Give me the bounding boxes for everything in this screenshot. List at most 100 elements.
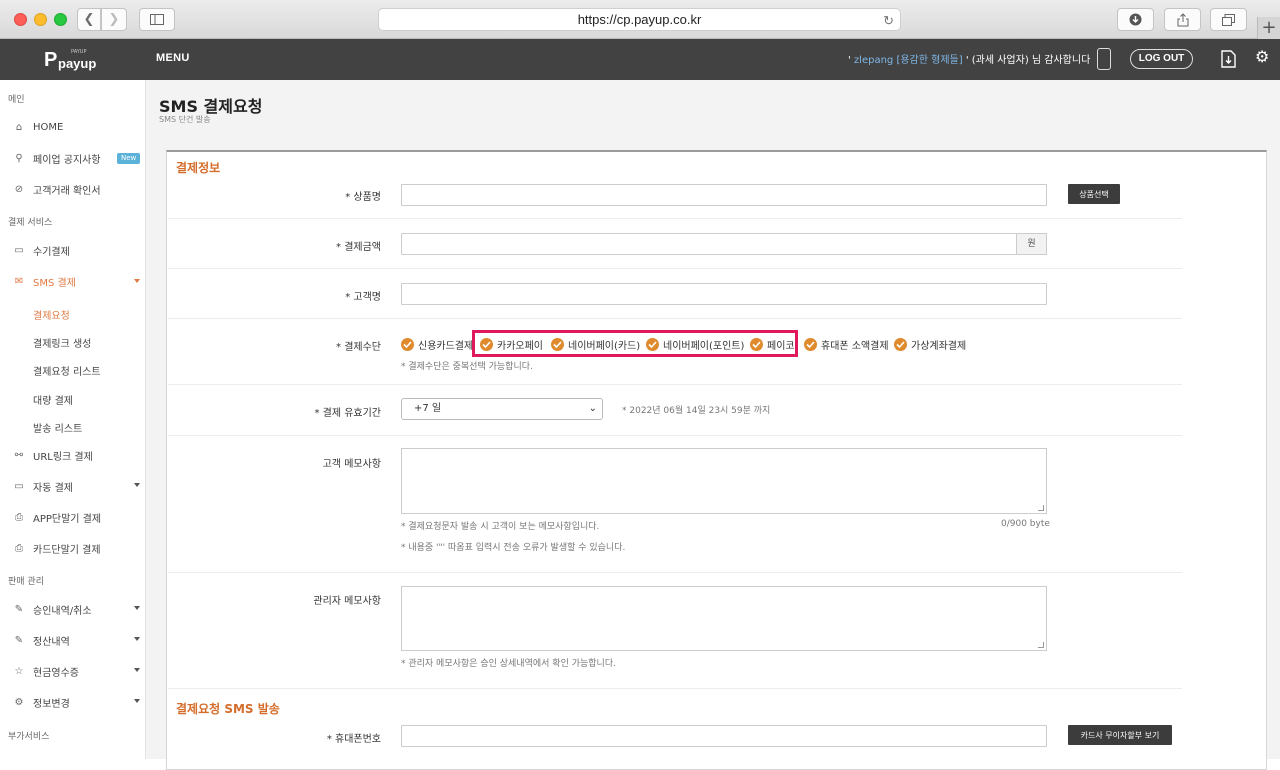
minimize-window-icon[interactable] bbox=[34, 13, 47, 26]
sidebar-item-card-terminal[interactable]: ⎙ 카드단말기 결제 bbox=[12, 539, 101, 557]
admin-memo-label: 관리자 메모사항 bbox=[313, 596, 381, 607]
admin-memo-textarea[interactable] bbox=[401, 586, 1047, 651]
customer-memo-textarea[interactable] bbox=[401, 448, 1047, 514]
sidebar-item-app-terminal[interactable]: ⎙ APP단말기 결제 bbox=[12, 508, 101, 526]
maximize-window-icon[interactable] bbox=[54, 13, 67, 26]
logo-text: payup bbox=[58, 56, 97, 71]
row-divider bbox=[168, 435, 1182, 436]
payup-logo[interactable]: P PAYUP payup bbox=[42, 45, 102, 75]
phone-input[interactable] bbox=[401, 725, 1047, 747]
chevron-down-icon[interactable] bbox=[134, 606, 140, 610]
top-navigation: P PAYUP payup MENU ' zlepang [용감한 형제들] '… bbox=[0, 39, 1280, 80]
sidebar-item-sms-payment[interactable]: ✉ SMS 결제 bbox=[12, 272, 76, 290]
checked-icon bbox=[894, 337, 907, 351]
download-file-icon[interactable] bbox=[1221, 50, 1236, 68]
sidebar: 메인 ⌂ HOME ⚲ 페이업 공지사항 New ⊘ 고객거래 확인서 결제 서비스 … bbox=[0, 80, 146, 759]
forward-button[interactable]: ❯ bbox=[101, 8, 127, 31]
close-window-icon[interactable] bbox=[14, 13, 27, 26]
sidebar-item-customer-confirm[interactable]: ⊘ 고객거래 확인서 bbox=[12, 180, 101, 198]
sidebar-sub-bulk-payment[interactable]: 대량 결제 bbox=[33, 392, 73, 407]
product-select-button[interactable]: 상품선택 bbox=[1068, 184, 1120, 204]
share-icon bbox=[1177, 12, 1188, 26]
printer-icon: ⎙ bbox=[15, 542, 23, 554]
card-icon: ▭ bbox=[14, 480, 24, 492]
sidebar-sub-send-list[interactable]: 발송 리스트 bbox=[33, 420, 82, 435]
memo-hint-2: * 내용중 '"' 따옴표 입력시 전송 오류가 발생할 수 있습니다. bbox=[401, 543, 626, 553]
chevron-down-icon[interactable] bbox=[134, 699, 140, 703]
chevron-down-icon[interactable] bbox=[134, 668, 140, 672]
new-tab-button[interactable]: + bbox=[1257, 17, 1280, 39]
sidebar-item-info-change[interactable]: ⚙ 정보변경 bbox=[12, 693, 70, 711]
sidebar-item-label: 정보변경 bbox=[33, 698, 70, 710]
memo-label: 고객 메모사항 bbox=[322, 459, 381, 470]
greeting-suffix: ' (과세 사업자) 님 감사합니다 bbox=[962, 55, 1091, 66]
sidebar-item-label: URL링크 결제 bbox=[33, 451, 93, 463]
chevron-down-icon[interactable] bbox=[134, 279, 140, 283]
url-bar[interactable]: https://cp.payup.co.kr ↻ bbox=[378, 8, 901, 31]
method-checkbox-mobile[interactable]: 휴대폰 소액결제 bbox=[804, 337, 889, 352]
row-divider bbox=[168, 688, 1182, 689]
new-badge: New bbox=[117, 153, 141, 164]
customer-input[interactable] bbox=[401, 283, 1047, 305]
highlight-box bbox=[472, 330, 798, 357]
phone-icon[interactable] bbox=[1097, 48, 1111, 70]
url-text: https://cp.payup.co.kr bbox=[577, 12, 702, 27]
period-select[interactable]: +7 일 ⌄ bbox=[401, 398, 603, 420]
section-title-sms-send: 결제요청 SMS 발송 bbox=[176, 702, 280, 716]
sidebar-item-label: 고객거래 확인서 bbox=[33, 185, 101, 197]
sidebar-item-label: 수기결제 bbox=[33, 246, 70, 258]
sidebar-item-label: SMS 결제 bbox=[33, 277, 76, 289]
sidebar-item-auto-payment[interactable]: ▭ 자동 결제 bbox=[12, 477, 73, 495]
sidebar-section-payment: 결제 서비스 bbox=[8, 218, 53, 228]
card-installment-button[interactable]: 카드사 무이자할부 보기 bbox=[1068, 725, 1172, 745]
chevron-down-icon[interactable] bbox=[134, 483, 140, 487]
greeting-text: ' zlepang [용감한 형제들] ' (과세 사업자) 님 감사합니다 bbox=[848, 51, 1090, 66]
sidebar-section-extra: 부가서비스 bbox=[8, 732, 50, 742]
product-label: * 상품명 bbox=[345, 192, 381, 203]
checked-icon bbox=[804, 337, 817, 351]
edit-icon: ✎ bbox=[14, 634, 24, 646]
reload-icon[interactable]: ↻ bbox=[883, 10, 894, 31]
sidebar-sub-request-list[interactable]: 결제요청 리스트 bbox=[33, 363, 101, 378]
browser-toolbar: ❮ ❯ https://cp.payup.co.kr ↻ + bbox=[0, 0, 1280, 39]
sidebar-item-cash-receipt[interactable]: ☆ 현금영수증 bbox=[12, 662, 79, 680]
tabs-button[interactable] bbox=[1210, 8, 1247, 31]
method-hint: * 결제수단은 중복선택 가능합니다. bbox=[401, 362, 533, 372]
product-input[interactable] bbox=[401, 184, 1047, 206]
sidebar-sub-payment-request[interactable]: 결제요청 bbox=[33, 307, 70, 322]
logo-p-icon: P bbox=[44, 49, 58, 71]
sidebar-item-home[interactable]: ⌂ HOME bbox=[12, 118, 64, 136]
method-checkbox-virtual-account[interactable]: 가상계좌결제 bbox=[894, 337, 966, 352]
amount-input[interactable] bbox=[401, 233, 1017, 255]
sidebar-item-settlement[interactable]: ✎ 정산내역 bbox=[12, 631, 70, 649]
sidebar-item-notice[interactable]: ⚲ 페이업 공지사항 bbox=[12, 149, 100, 167]
resize-grip-icon[interactable] bbox=[1038, 505, 1044, 511]
sidebar-item-approval[interactable]: ✎ 승인내역/취소 bbox=[12, 600, 92, 618]
pin-icon: ⚲ bbox=[15, 152, 23, 164]
logo-sup: PAYUP bbox=[71, 49, 87, 55]
back-button[interactable]: ❮ bbox=[77, 8, 101, 31]
chevron-down-icon[interactable] bbox=[134, 637, 140, 641]
printer-icon: ⎙ bbox=[15, 511, 23, 523]
sidebar-item-url-payment[interactable]: ⚯ URL링크 결제 bbox=[12, 446, 93, 464]
chevron-down-icon: ⌄ bbox=[588, 403, 597, 414]
card-icon: ▭ bbox=[14, 244, 24, 256]
settings-gear-icon[interactable]: ⚙ bbox=[1255, 49, 1271, 65]
menu-button[interactable]: MENU bbox=[156, 52, 190, 64]
sidebar-toggle-button[interactable] bbox=[139, 8, 175, 31]
share-button[interactable] bbox=[1164, 8, 1201, 31]
download-icon bbox=[1129, 13, 1142, 26]
star-icon: ☆ bbox=[14, 665, 24, 677]
period-label: * 결제 유효기간 bbox=[314, 408, 381, 419]
download-button[interactable] bbox=[1117, 8, 1154, 31]
amount-unit: 원 bbox=[1016, 233, 1047, 255]
sidebar-icon bbox=[150, 14, 164, 25]
row-divider bbox=[168, 268, 1182, 269]
method-checkbox-credit-card[interactable]: 신용카드결제 bbox=[401, 337, 473, 352]
sidebar-sub-link-create[interactable]: 결제링크 생성 bbox=[33, 335, 91, 350]
greeting-user[interactable]: zlepang [용감한 형제들] bbox=[854, 55, 963, 66]
resize-grip-icon[interactable] bbox=[1038, 642, 1044, 648]
sidebar-item-manual-payment[interactable]: ▭ 수기결제 bbox=[12, 241, 70, 259]
logout-button[interactable]: LOG OUT bbox=[1130, 49, 1193, 69]
home-icon: ⌂ bbox=[15, 121, 23, 133]
